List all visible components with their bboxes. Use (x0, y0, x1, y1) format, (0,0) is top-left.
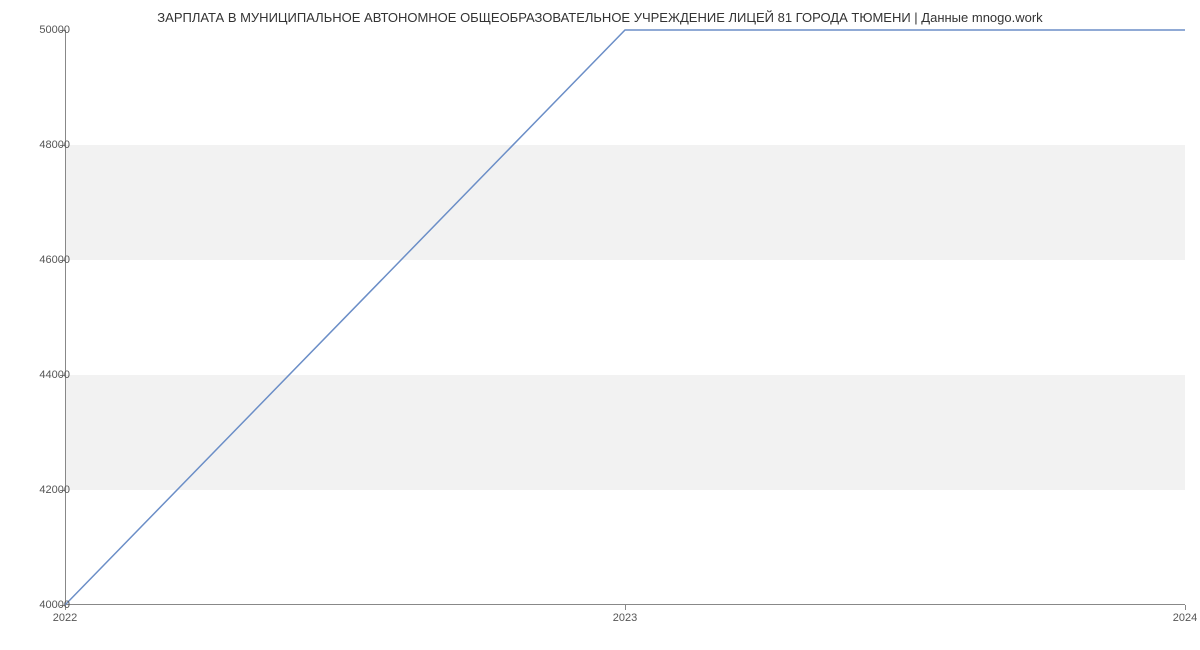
x-tick-mark (1185, 605, 1186, 610)
plot-area (65, 30, 1185, 605)
line-layer (65, 30, 1185, 605)
x-tick-mark (625, 605, 626, 610)
y-tick-label: 48000 (39, 139, 70, 151)
x-tick-label: 2024 (1173, 612, 1197, 624)
x-tick-label: 2022 (53, 612, 77, 624)
chart-title: ЗАРПЛАТА В МУНИЦИПАЛЬНОЕ АВТОНОМНОЕ ОБЩЕ… (0, 0, 1200, 25)
data-line (65, 30, 1185, 605)
x-tick-label: 2023 (613, 612, 637, 624)
y-tick-label: 42000 (39, 484, 70, 496)
y-tick-label: 46000 (39, 254, 70, 266)
y-tick-label: 44000 (39, 369, 70, 381)
chart-container: ЗАРПЛАТА В МУНИЦИПАЛЬНОЕ АВТОНОМНОЕ ОБЩЕ… (0, 0, 1200, 650)
y-tick-label: 40000 (39, 599, 70, 611)
y-tick-label: 50000 (39, 24, 70, 36)
